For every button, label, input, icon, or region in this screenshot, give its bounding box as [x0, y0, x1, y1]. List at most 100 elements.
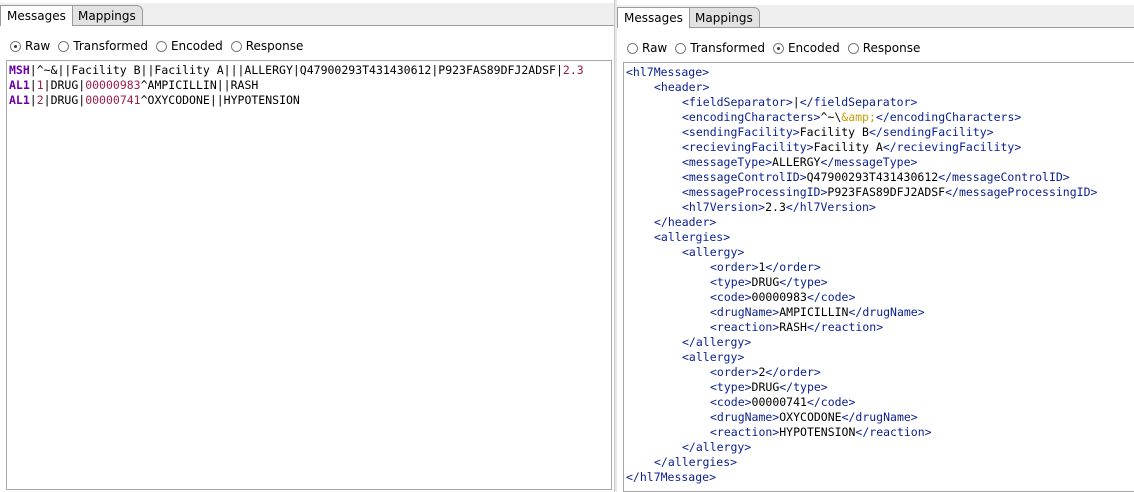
xml-open-tag: <hl7Message> [626, 65, 710, 79]
right-radio-transformed[interactable]: Transformed [675, 41, 765, 55]
right-radio-response[interactable]: Response [847, 41, 921, 55]
xml-value: Facility A [813, 140, 883, 154]
xml-close-tag: </reaction> [806, 320, 884, 334]
xml-value: P923FAS89DFJ2ADSF [827, 185, 946, 199]
xml-line: <sendingFacility>Facility B</sendingFaci… [626, 125, 1134, 140]
xml-open-tag: <allergies> [654, 230, 731, 244]
xml-entity: &amp; [841, 110, 876, 124]
xml-line: <code>00000983</code> [626, 290, 1134, 305]
right-radio-encoded[interactable]: Encoded [772, 41, 840, 55]
left-radio-transformed[interactable]: Transformed [58, 39, 148, 53]
xml-line: <reaction>HYPOTENSION</reaction> [626, 425, 1134, 440]
xml-close-tag: </allergy> [682, 440, 752, 454]
xml-open-tag: <messageType> [682, 155, 773, 169]
xml-close-tag: </allergies> [654, 455, 738, 469]
xml-line: <allergies> [626, 230, 1134, 245]
left-tab-bar: Messages Mappings [0, 3, 614, 26]
segment-id: MSH [9, 63, 30, 77]
left-tab-messages[interactable]: Messages [0, 5, 73, 26]
left-tab-mappings[interactable]: Mappings [71, 5, 143, 25]
radio-label: Response [862, 41, 921, 55]
xml-line: </hl7Message> [626, 470, 1134, 485]
radio-label: Transformed [73, 39, 148, 53]
xml-line: <drugName>AMPICILLIN</drugName> [626, 305, 1134, 320]
xml-close-tag: </hl7Version> [785, 200, 876, 214]
right-tab-messages[interactable]: Messages [617, 7, 690, 28]
hl7-segment-line: MSH|^~&||Facility B||Facility A|||ALLERG… [9, 63, 611, 78]
xml-value: Q47900293T431430612 [806, 170, 939, 184]
xml-line: </allergy> [626, 335, 1134, 350]
field-number: 00000983 [85, 78, 141, 92]
radio-label: Encoded [170, 39, 223, 53]
xml-line: <messageProcessingID>P923FAS89DFJ2ADSF</… [626, 185, 1134, 200]
radio-circle-icon[interactable] [675, 42, 687, 54]
xml-line: <order>1</order> [626, 260, 1134, 275]
field-text: | [29, 78, 37, 92]
xml-open-tag: <fieldSeparator> [682, 95, 793, 109]
xml-value: DRUG [751, 275, 780, 289]
raw-message-editor[interactable]: MSH|^~&||Facility B||Facility A|||ALLERG… [6, 60, 612, 490]
xml-open-tag: <messageControlID> [682, 170, 807, 184]
xml-line: <fieldSeparator>|</fieldSeparator> [626, 95, 1134, 110]
xml-open-tag: <sendingFacility> [682, 125, 800, 139]
xml-value: OXYCODONE [779, 410, 842, 424]
xml-line: <type>DRUG</type> [626, 380, 1134, 395]
right-tab-bar: Messages Mappings [617, 5, 1134, 28]
xml-close-tag: </recievingFacility> [882, 140, 1022, 154]
xml-line: <hl7Message> [626, 65, 1134, 80]
left-radio-raw[interactable]: Raw [10, 39, 50, 53]
xml-close-tag: </drugName> [841, 410, 918, 424]
xml-close-tag: </hl7Message> [626, 470, 717, 484]
xml-line: <recievingFacility>Facility A</recieving… [626, 140, 1134, 155]
xml-open-tag: <allergy> [682, 350, 745, 364]
radio-circle-icon[interactable] [58, 40, 70, 52]
xml-close-tag: </order> [765, 365, 821, 379]
field-number: 2.3 [562, 63, 584, 77]
xml-value: HYPOTENSION [779, 425, 856, 439]
xml-open-tag: <allergy> [682, 245, 745, 259]
field-text: |DRUG| [43, 78, 86, 92]
field-text: |^~&||Facility B||Facility A|||ALLERGY|Q… [29, 63, 563, 77]
radio-label: Response [245, 39, 304, 53]
right-tab-mappings[interactable]: Mappings [688, 7, 760, 27]
left-panel: Messages Mappings Raw Transformed Encode… [0, 0, 614, 492]
radio-circle-icon[interactable] [10, 40, 21, 52]
field-text: | [29, 93, 37, 107]
segment-id: AL1 [9, 93, 30, 107]
radio-circle-icon[interactable] [230, 40, 242, 52]
xml-line: <order>2</order> [626, 365, 1134, 380]
xml-line: <hl7Version>2.3</hl7Version> [626, 200, 1134, 215]
xml-close-tag: </type> [779, 380, 828, 394]
xml-open-tag: <reaction> [710, 320, 780, 334]
xml-line: </allergies> [626, 455, 1134, 470]
xml-value: 00000983 [751, 290, 807, 304]
radio-circle-icon[interactable] [155, 40, 167, 52]
xml-line: <allergy> [626, 245, 1134, 260]
right-view-radio-group: Raw Transformed Encoded Response [627, 39, 928, 57]
radio-circle-icon[interactable] [772, 42, 784, 54]
xml-line: <type>DRUG</type> [626, 275, 1134, 290]
field-text: |DRUG| [43, 93, 86, 107]
field-number: 1 [36, 78, 44, 92]
xml-open-tag: <type> [710, 380, 752, 394]
encoded-xml-viewer[interactable]: <hl7Message> <header> <fieldSeparator>|</f… [623, 62, 1134, 492]
xml-close-tag: </encodingCharacters> [875, 110, 1022, 124]
radio-circle-icon[interactable] [627, 42, 638, 54]
segment-id: AL1 [9, 78, 30, 92]
xml-line: <reaction>RASH</reaction> [626, 320, 1134, 335]
xml-value: 00000741 [751, 395, 807, 409]
left-radio-encoded[interactable]: Encoded [155, 39, 223, 53]
right-radio-raw[interactable]: Raw [627, 41, 667, 55]
xml-open-tag: <order> [710, 260, 759, 274]
radio-circle-icon[interactable] [847, 42, 859, 54]
xml-close-tag: </drugName> [848, 305, 925, 319]
xml-open-tag: <order> [710, 365, 759, 379]
xml-line: <messageControlID>Q47900293T431430612</m… [626, 170, 1134, 185]
xml-open-tag: <reaction> [710, 425, 780, 439]
xml-close-tag: </header> [654, 215, 717, 229]
xml-close-tag: </messageControlID> [938, 170, 1070, 184]
xml-close-tag: </order> [765, 260, 821, 274]
xml-value: RASH [779, 320, 807, 334]
xml-open-tag: <code> [710, 395, 752, 409]
left-radio-response[interactable]: Response [230, 39, 304, 53]
